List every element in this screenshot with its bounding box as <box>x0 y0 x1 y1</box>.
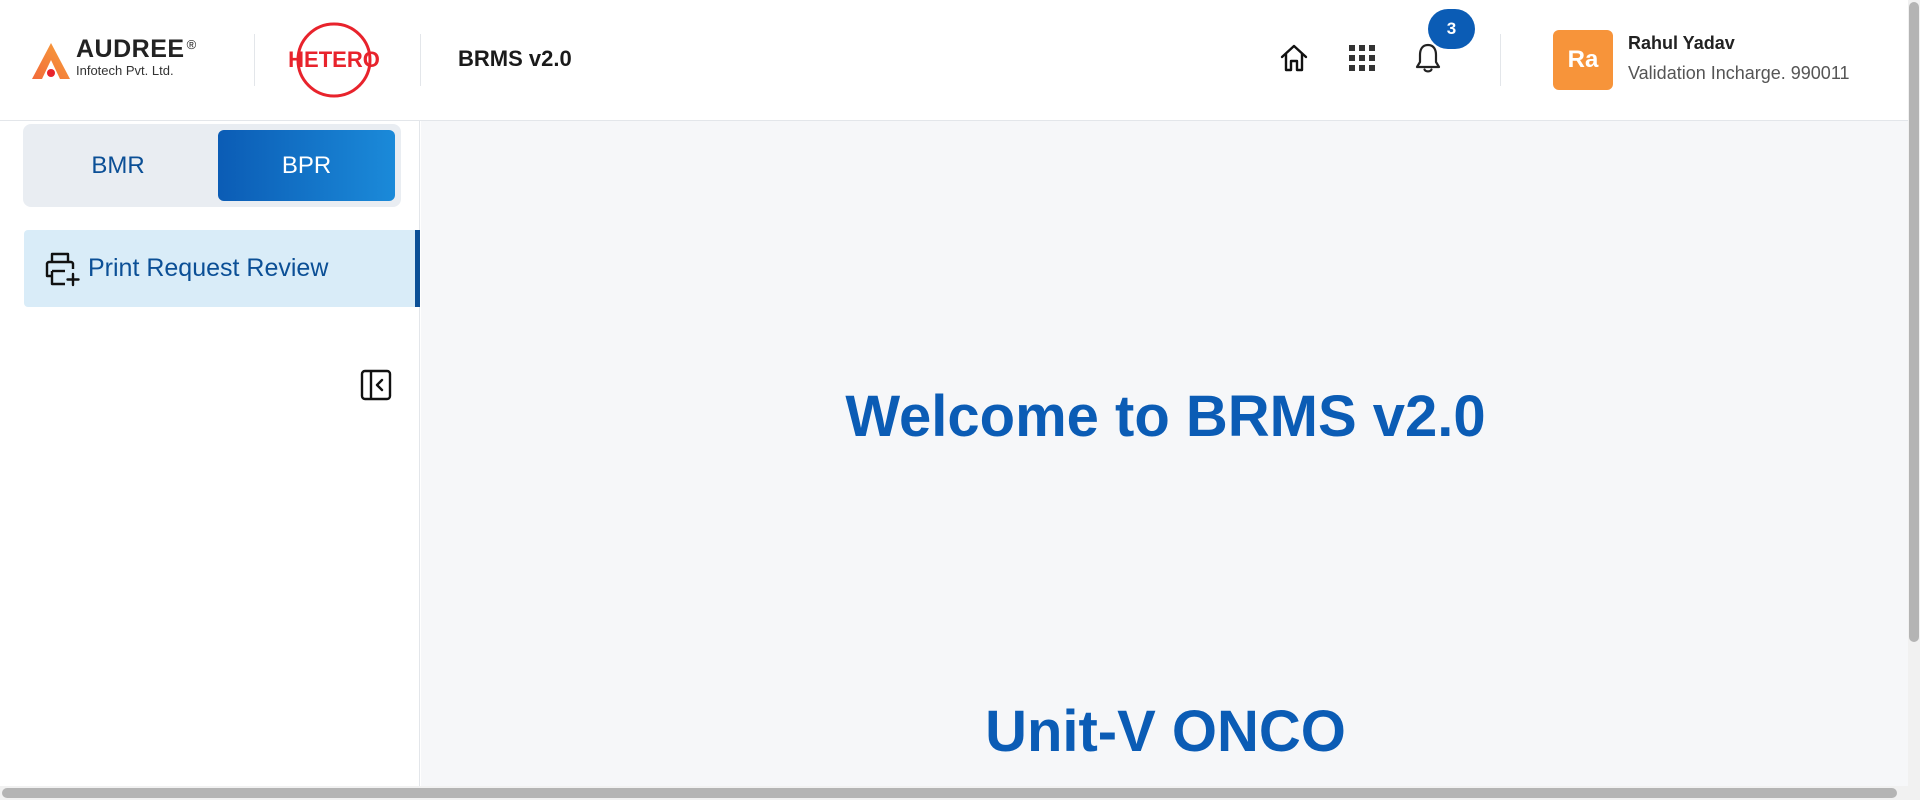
audree-logo[interactable]: AUDREE ® Infotech Pvt. Ltd. <box>30 36 210 86</box>
app-title: BRMS v2.0 <box>458 46 572 71</box>
sidebar-item-label: Print Request Review <box>88 254 329 282</box>
app-root: AUDREE ® Infotech Pvt. Ltd. HETERO BRMS v… <box>0 0 1920 800</box>
welcome-heading: Welcome to BRMS v2.0 <box>845 384 1486 449</box>
header-divider <box>1500 34 1501 86</box>
audree-subtitle: Infotech Pvt. Ltd. <box>76 63 174 78</box>
hetero-logo-text: HETERO <box>288 47 380 72</box>
hetero-logo[interactable]: HETERO <box>288 22 384 98</box>
audree-triangle-logo-icon <box>32 43 70 79</box>
vertical-scrollbar[interactable] <box>1909 2 1919 642</box>
horizontal-scrollbar[interactable] <box>2 788 1897 798</box>
tab-bmr[interactable]: BMR <box>23 130 213 201</box>
main-content: Welcome to BRMS v2.0 Unit-V ONCO <box>421 121 1908 786</box>
user-role: Validation Incharge. 990011 <box>1628 63 1850 83</box>
registered-mark: ® <box>186 37 197 52</box>
header-divider <box>420 34 421 86</box>
sidebar-collapse-icon[interactable] <box>359 368 393 402</box>
top-header: AUDREE ® Infotech Pvt. Ltd. HETERO BRMS v… <box>0 0 1908 121</box>
apps-grid-icon[interactable] <box>1344 40 1380 76</box>
sidebar-item-print-request-review[interactable]: Print Request Review <box>24 230 420 307</box>
home-icon[interactable] <box>1276 40 1312 76</box>
user-avatar[interactable]: Ra <box>1553 30 1613 90</box>
sidebar: BMR BPR Print Request Review <box>0 121 420 786</box>
printer-plus-icon <box>42 249 82 289</box>
notification-count-badge[interactable]: 3 <box>1428 9 1475 49</box>
audree-name: AUDREE <box>76 35 185 63</box>
header-divider <box>254 34 255 86</box>
unit-heading: Unit-V ONCO <box>985 699 1346 764</box>
tab-bpr[interactable]: BPR <box>218 130 395 201</box>
user-name: Rahul Yadav <box>1628 33 1735 53</box>
record-type-switch: BMR BPR <box>23 124 401 207</box>
